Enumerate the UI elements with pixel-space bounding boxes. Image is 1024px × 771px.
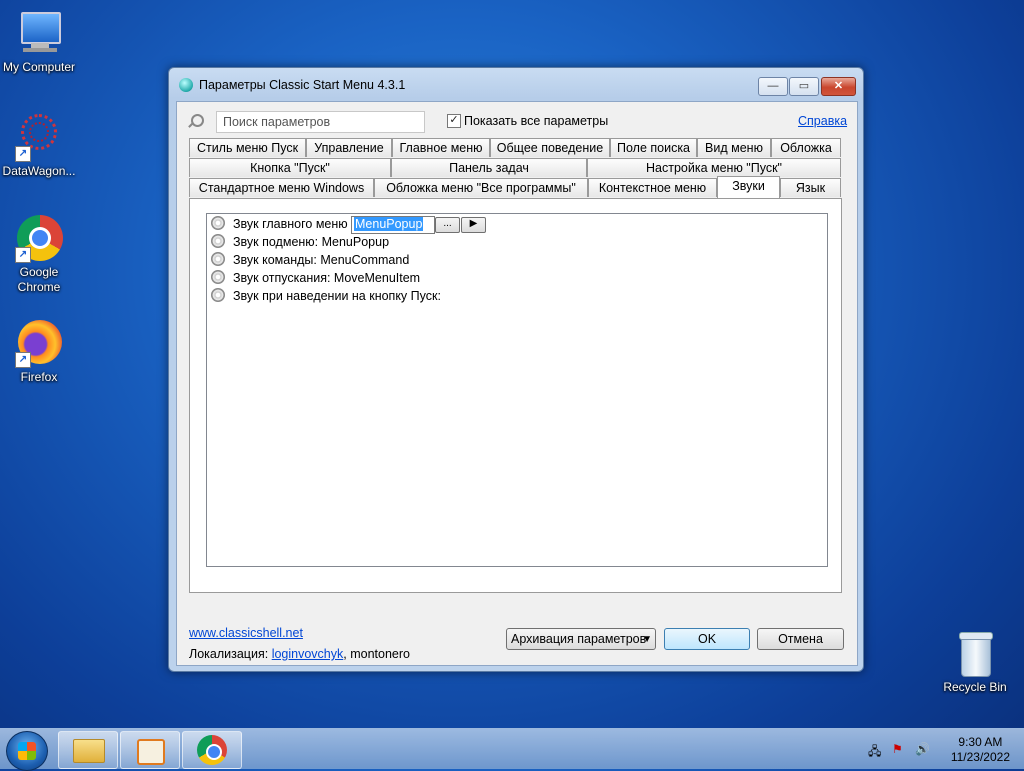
computer-icon <box>15 10 63 58</box>
tab-windows-start-menu[interactable]: Стандартное меню Windows <box>189 178 374 197</box>
tab-search-box[interactable]: Поле поиска <box>610 138 697 157</box>
tab-sounds[interactable]: Звуки <box>717 176 780 198</box>
desktop-icon-label: Recycle Bin <box>943 680 1007 694</box>
localization-prefix: Локализация: <box>189 647 269 661</box>
recycle-bin-icon <box>951 630 999 678</box>
taskbar-explorer-button[interactable] <box>58 731 118 769</box>
tab-context-menu[interactable]: Контекстное меню <box>588 178 717 197</box>
tab-all-programs-skin[interactable]: Обложка меню "Все программы" <box>374 178 588 197</box>
website-link[interactable]: www.classicshell.net <box>189 626 303 640</box>
sound-icon <box>211 216 225 230</box>
folder-icon <box>73 739 105 763</box>
settings-window: Параметры Classic Start Menu 4.3.1 — ▭ ✕… <box>168 67 864 672</box>
tab-menu-look[interactable]: Вид меню <box>697 138 771 157</box>
network-icon[interactable]: 🖧 <box>868 742 882 758</box>
classic-shell-icon <box>179 78 193 92</box>
list-item[interactable]: Звук команды: MenuCommand <box>209 251 409 269</box>
tab-taskbar[interactable]: Панель задач <box>391 158 587 177</box>
clock[interactable]: 9:30 AM 11/23/2022 <box>951 735 1010 765</box>
firefox-icon: ↗ <box>15 320 63 368</box>
sound-value-text: MenuPopup <box>354 217 424 231</box>
desktop-icon-recycle-bin[interactable]: Recycle Bin <box>935 630 1015 695</box>
datawagon-icon: ↗ <box>15 114 63 162</box>
tab-start-menu-style[interactable]: Стиль меню Пуск <box>189 138 306 157</box>
show-all-label: Показать все параметры <box>464 114 609 128</box>
shortcut-arrow-icon: ↗ <box>15 352 31 368</box>
play-button[interactable]: ▶ <box>461 217 486 233</box>
desktop-icon-label: Firefox <box>20 370 58 384</box>
list-item-label: Звук команды: MenuCommand <box>233 253 410 267</box>
start-button[interactable] <box>6 731 48 771</box>
chrome-icon: ↗ <box>15 215 63 263</box>
tab-start-button[interactable]: Кнопка "Пуск" <box>189 158 391 177</box>
show-all-checkbox[interactable]: ✓ <box>447 114 461 128</box>
sounds-panel: Звук главного меню MenuPopup ... ▶ Звук … <box>189 198 842 593</box>
ok-button[interactable]: OK <box>664 628 750 650</box>
search-input[interactable]: Поиск параметров <box>216 111 425 133</box>
list-item[interactable]: Звук подменю: MenuPopup <box>209 233 389 251</box>
clock-time: 9:30 AM <box>958 735 1003 749</box>
tab-language[interactable]: Язык <box>780 178 841 197</box>
desktop-icon-datawagon[interactable]: ↗ DataWagon... <box>0 114 79 179</box>
tab-general-behavior[interactable]: Общее поведение <box>490 138 610 157</box>
list-item-label: Звук главного меню <box>233 217 348 231</box>
title-bar[interactable]: Параметры Classic Start Menu 4.3.1 — ▭ ✕ <box>169 68 863 102</box>
sounds-list[interactable]: Звук главного меню MenuPopup ... ▶ Звук … <box>206 213 828 567</box>
search-icon <box>191 114 204 127</box>
windows-logo-icon <box>18 742 36 760</box>
desktop-icon-firefox[interactable]: ↗ Firefox <box>0 320 79 385</box>
browse-button[interactable]: ... <box>435 217 460 233</box>
localization-line: Локализация: loginvovchyk, montonero <box>189 647 410 661</box>
desktop-icon-label: Google Chrome <box>17 265 61 294</box>
list-item[interactable]: Звук при наведении на кнопку Пуск: <box>209 287 441 305</box>
list-item-label: Звук подменю: MenuPopup <box>233 235 390 249</box>
localization-suffix: , montonero <box>343 647 410 661</box>
window-title: Параметры Classic Start Menu 4.3.1 <box>199 78 406 92</box>
backup-settings-button[interactable]: Архивация параметров ▼ <box>506 628 656 650</box>
chrome-icon-center <box>206 744 222 760</box>
list-item[interactable]: Звук главного меню MenuPopup ... ▶ <box>209 215 486 234</box>
desktop-icon-label: My Computer <box>2 60 76 74</box>
help-link[interactable]: Справка <box>798 114 847 128</box>
backup-settings-label: Архивация параметров <box>511 632 647 646</box>
sound-icon <box>211 234 225 248</box>
tab-main-menu[interactable]: Главное меню <box>392 138 490 157</box>
list-item[interactable]: Звук отпускания: MoveMenuItem <box>209 269 420 287</box>
sound-icon <box>211 288 225 302</box>
list-item-label: Звук при наведении на кнопку Пуск: <box>233 289 441 303</box>
sound-icon <box>211 270 225 284</box>
localization-link[interactable]: loginvovchyk <box>272 647 344 661</box>
desktop-icon-label: DataWagon... <box>2 164 76 178</box>
maximize-button[interactable]: ▭ <box>789 77 819 96</box>
desktop-icon-my-computer[interactable]: My Computer <box>0 10 79 75</box>
window-client-area: Поиск параметров ✓ Показать все параметр… <box>176 101 858 666</box>
search-placeholder: Поиск параметров <box>223 115 331 129</box>
shortcut-arrow-icon: ↗ <box>15 146 31 162</box>
tab-skin[interactable]: Обложка <box>771 138 841 157</box>
dropdown-arrow-icon: ▼ <box>642 634 652 645</box>
cancel-button[interactable]: Отмена <box>757 628 844 650</box>
taskbar-media-player-button[interactable] <box>120 731 180 769</box>
clock-date: 11/23/2022 <box>950 750 1010 764</box>
sound-value-input[interactable]: MenuPopup <box>351 216 435 234</box>
close-button[interactable]: ✕ <box>821 77 856 96</box>
taskbar: 🖧 ⚑ 🔊 9:30 AM 11/23/2022 <box>0 728 1024 771</box>
taskbar-chrome-button[interactable] <box>182 731 242 769</box>
media-player-icon <box>137 739 165 765</box>
volume-icon[interactable]: 🔊 <box>915 742 930 756</box>
minimize-button[interactable]: — <box>758 77 788 96</box>
tab-controls[interactable]: Управление <box>306 138 392 157</box>
list-item-label: Звук отпускания: MoveMenuItem <box>233 271 421 285</box>
shortcut-arrow-icon: ↗ <box>15 247 31 263</box>
desktop-icon-chrome[interactable]: ↗ Google Chrome <box>0 215 79 295</box>
tab-customize-start-menu[interactable]: Настройка меню "Пуск" <box>587 158 841 177</box>
sound-icon <box>211 252 225 266</box>
action-center-flag-icon[interactable]: ⚑ <box>892 742 906 756</box>
